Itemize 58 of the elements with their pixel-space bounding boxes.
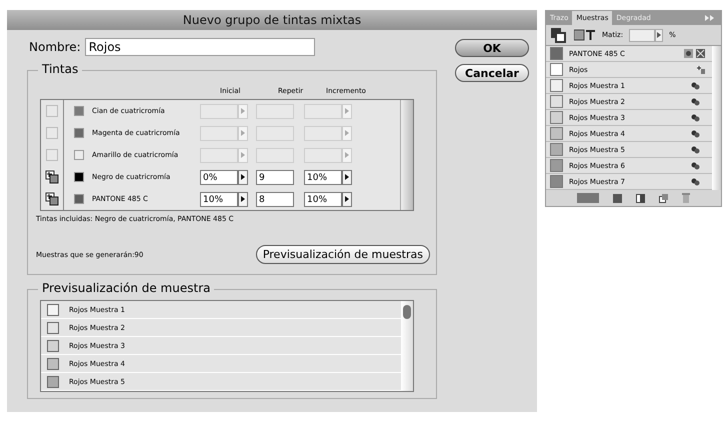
stepper-button[interactable] (238, 192, 248, 206)
stepper-button[interactable] (238, 170, 248, 184)
group-title: Previsualización de muestra (38, 281, 214, 295)
scroll-thumb[interactable] (403, 305, 411, 319)
name-field[interactable]: Rojos (84, 38, 315, 56)
increment-field[interactable] (304, 148, 342, 162)
fill-stroke-icon[interactable] (550, 27, 568, 43)
initial-field[interactable]: 10% (200, 192, 238, 206)
half-square-icon[interactable] (636, 194, 645, 202)
new-swatch-icon[interactable] (659, 194, 668, 202)
repeat-field[interactable]: 9 (256, 170, 294, 184)
stepper-button[interactable] (342, 170, 352, 184)
increment-field[interactable] (304, 104, 342, 118)
initial-field[interactable] (200, 104, 238, 118)
caret-icon (345, 174, 349, 180)
trash-icon[interactable] (682, 193, 690, 203)
more-icon[interactable] (705, 15, 715, 21)
ink-checkbox[interactable] (46, 127, 58, 139)
caret-icon (241, 130, 245, 136)
caret-icon (241, 174, 245, 180)
repeat-field[interactable] (256, 126, 294, 140)
caret-icon (241, 152, 245, 158)
stepper-button[interactable] (655, 28, 664, 42)
caret-icon (345, 152, 349, 158)
scrollbar[interactable] (712, 46, 721, 190)
caret-icon (241, 108, 245, 114)
increment-field[interactable]: 10% (304, 192, 342, 206)
ink-include-icon[interactable] (45, 192, 59, 206)
square-icon[interactable] (613, 194, 622, 202)
caret-icon (345, 130, 349, 136)
ink-group-icon (696, 64, 706, 74)
caret-icon (345, 196, 349, 202)
swatch-group-icon[interactable] (577, 193, 599, 203)
increment-field[interactable] (304, 126, 342, 140)
tint-field[interactable] (629, 28, 656, 42)
cancel-button[interactable]: Cancelar (455, 64, 529, 82)
preview-samples-button[interactable]: Previsualización de muestras (256, 245, 430, 264)
group-title: Tintas (38, 62, 82, 76)
repeat-field[interactable] (256, 148, 294, 162)
ok-button[interactable]: OK (455, 39, 529, 57)
caret-icon (241, 196, 245, 202)
repeat-field[interactable] (256, 104, 294, 118)
ink-checkbox[interactable] (46, 149, 58, 161)
initial-field[interactable] (200, 126, 238, 140)
ink-include-icon[interactable] (45, 170, 59, 184)
initial-field[interactable]: 0% (200, 170, 238, 184)
initial-field[interactable] (200, 148, 238, 162)
increment-field[interactable]: 10% (304, 170, 342, 184)
caret-icon (345, 108, 349, 114)
ink-checkbox[interactable] (46, 105, 58, 117)
window-title: Nuevo grupo de tintas mixtas (7, 10, 537, 30)
name-label: Nombre: (29, 40, 81, 54)
scrollbar[interactable] (401, 301, 413, 391)
spot-color-icon (684, 49, 706, 58)
stepper-button[interactable] (342, 192, 352, 206)
scrollbar[interactable] (400, 100, 413, 210)
repeat-field[interactable]: 8 (256, 192, 294, 206)
text-format-icon[interactable] (574, 29, 596, 41)
